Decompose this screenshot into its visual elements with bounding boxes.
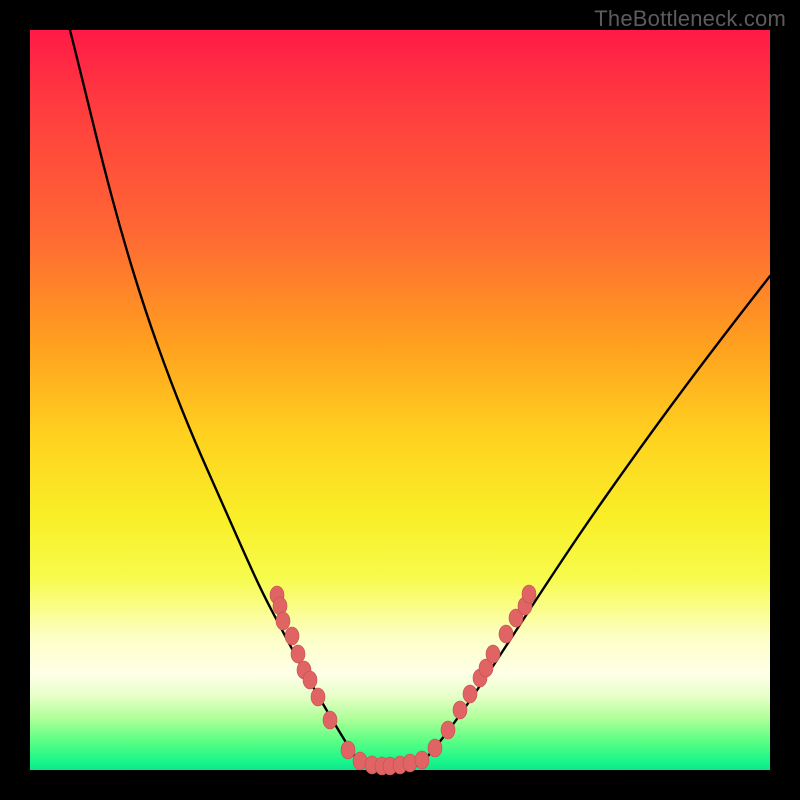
marker-dot	[522, 585, 536, 603]
watermark-text: TheBottleneck.com	[594, 6, 786, 32]
marker-dot	[499, 625, 513, 643]
marker-dot	[353, 752, 367, 770]
marker-dot	[453, 701, 467, 719]
marker-dot	[441, 721, 455, 739]
plot-area	[30, 30, 770, 770]
marker-dot	[486, 645, 500, 663]
marker-dot	[303, 671, 317, 689]
marker-dot	[341, 741, 355, 759]
curve-layer	[30, 30, 770, 770]
chart-frame: TheBottleneck.com	[0, 0, 800, 800]
marker-group	[270, 585, 536, 775]
marker-dot	[291, 645, 305, 663]
marker-dot	[285, 627, 299, 645]
marker-dot	[276, 612, 290, 630]
marker-dot	[463, 685, 477, 703]
curve-left-branch	[70, 30, 360, 765]
marker-dot	[415, 751, 429, 769]
marker-dot	[323, 711, 337, 729]
marker-dot	[311, 688, 325, 706]
marker-dot	[428, 739, 442, 757]
marker-dot	[403, 754, 417, 772]
